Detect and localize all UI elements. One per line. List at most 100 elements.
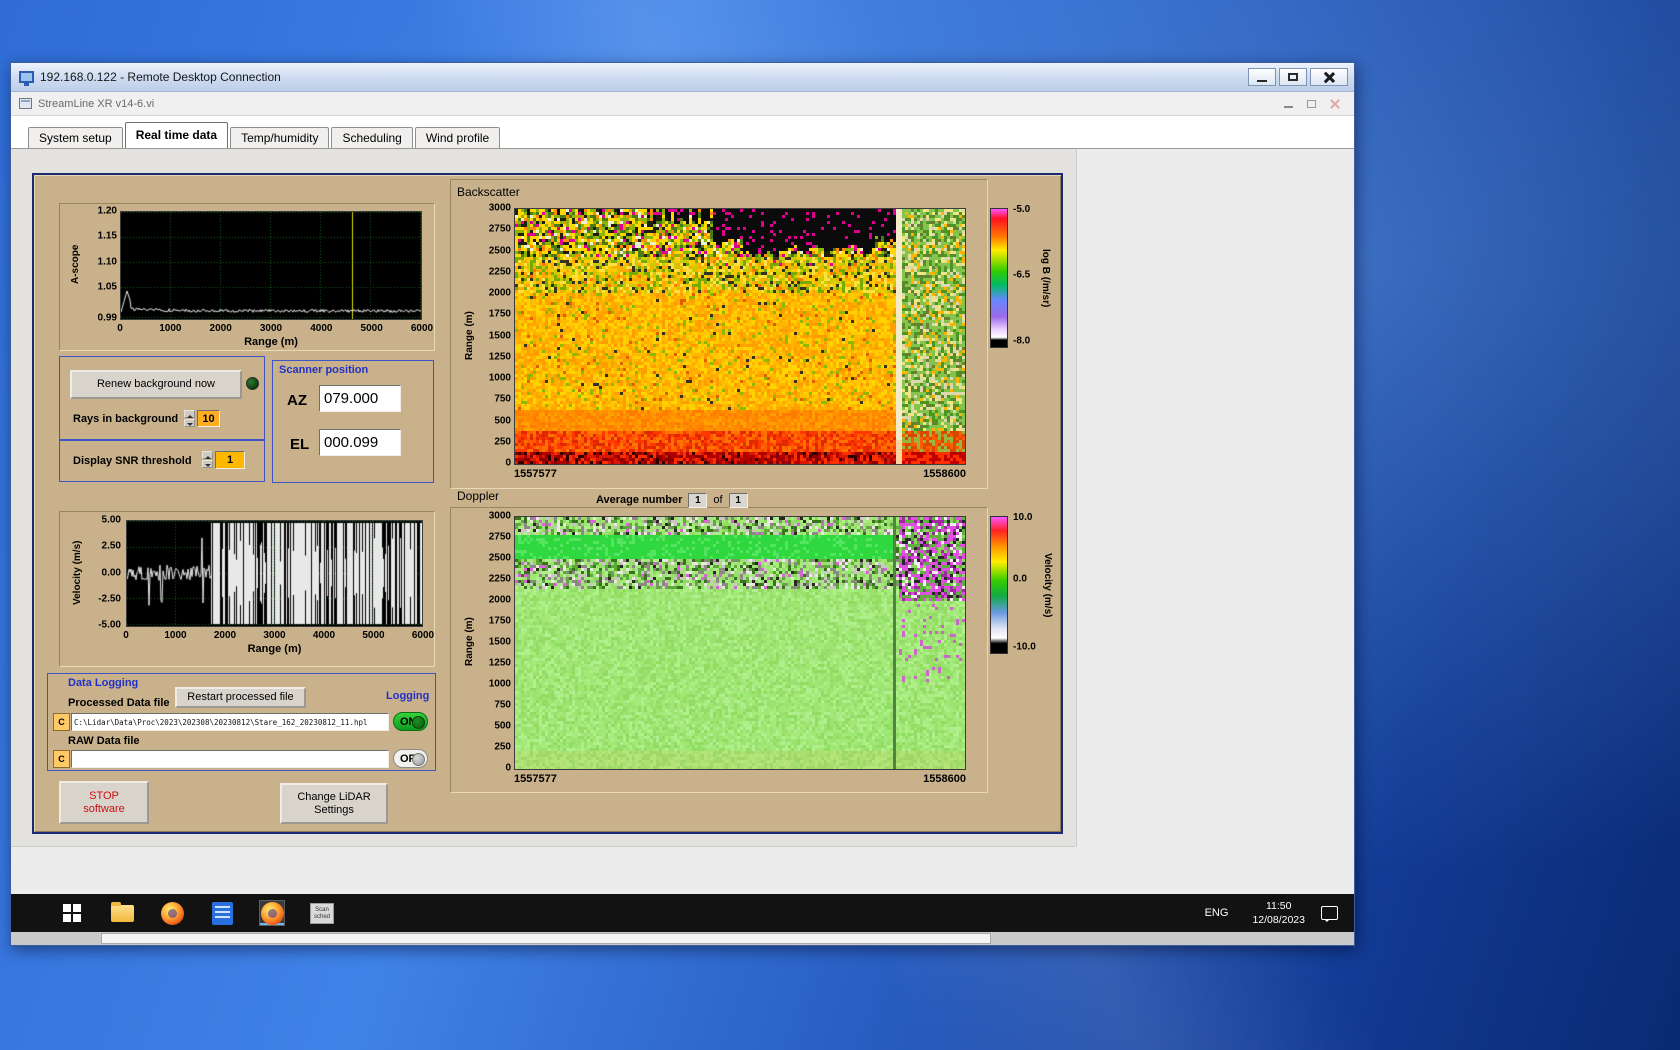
doppler-y-axis-label: Range (m) bbox=[464, 516, 478, 768]
tick-label: 1500 bbox=[489, 637, 511, 648]
ascope-plot bbox=[120, 211, 422, 320]
az-label: AZ bbox=[287, 392, 307, 409]
el-value-field[interactable] bbox=[319, 429, 401, 456]
tick-label: 4000 bbox=[310, 323, 332, 334]
ascope-x-ticks: 0100020003000400050006000 bbox=[120, 323, 422, 335]
rays-spinner[interactable] bbox=[184, 410, 195, 427]
renew-background-button[interactable]: Renew background now bbox=[70, 370, 242, 399]
backscatter-heatmap-canvas bbox=[515, 209, 965, 464]
minimize-icon bbox=[1257, 80, 1267, 82]
firefox-active-button[interactable] bbox=[259, 900, 285, 926]
backscatter-x-ticks: 1557577 1558600 bbox=[514, 468, 966, 481]
firefox-button[interactable] bbox=[159, 900, 185, 926]
app-close-icon[interactable] bbox=[1330, 99, 1340, 109]
desktop: 192.168.0.122 - Remote Desktop Connectio… bbox=[0, 0, 1680, 1050]
clock-date: 12/08/2023 bbox=[1252, 913, 1305, 927]
snr-value-field[interactable]: 1 bbox=[215, 451, 245, 469]
document-app-button[interactable] bbox=[209, 900, 235, 926]
ascope-x-axis-label: Range (m) bbox=[120, 336, 422, 348]
tick-label: 1.20 bbox=[98, 206, 117, 217]
folder-icon bbox=[111, 905, 134, 922]
snr-spinner[interactable] bbox=[202, 451, 213, 468]
processed-drive-selector[interactable]: C bbox=[53, 713, 70, 731]
tab-real-time-data[interactable]: Real time data bbox=[125, 122, 228, 148]
background-controls-box: Renew background now Rays in background … bbox=[59, 356, 265, 440]
backscatter-x-max: 1558600 bbox=[923, 468, 966, 480]
tick-label: 1250 bbox=[489, 658, 511, 669]
backscatter-colorbar bbox=[990, 208, 1008, 348]
average-number-label: Average number bbox=[596, 494, 682, 506]
stop-software-button[interactable]: STOP software bbox=[59, 781, 149, 824]
velocity-plot-canvas bbox=[127, 521, 422, 626]
el-label: EL bbox=[290, 436, 309, 453]
doppler-plot bbox=[514, 516, 966, 770]
file-explorer-button[interactable] bbox=[109, 900, 135, 926]
tick-label: 0 bbox=[117, 323, 123, 334]
tick-label: 0.00 bbox=[102, 567, 121, 578]
tick-label: 1000 bbox=[489, 373, 511, 384]
tick-label: 1000 bbox=[159, 323, 181, 334]
tick-label: 1.15 bbox=[98, 231, 117, 242]
scrollbar-thumb[interactable] bbox=[101, 933, 991, 944]
tick-label: 3000 bbox=[263, 630, 285, 641]
app-titlebar[interactable]: StreamLine XR v14-6.vi bbox=[11, 92, 1354, 116]
tick-label: 5000 bbox=[362, 630, 384, 641]
velocity-y-ticks: 5.002.500.00-2.50-5.00 bbox=[86, 520, 122, 625]
start-button[interactable] bbox=[59, 900, 85, 926]
tab-wind-profile[interactable]: Wind profile bbox=[415, 127, 500, 148]
tab-system-setup[interactable]: System setup bbox=[28, 127, 123, 148]
tick-label: 2750 bbox=[489, 532, 511, 543]
average-total-field[interactable]: 1 bbox=[729, 493, 748, 508]
lidar-panel: A-scope 1.201.151.101.050.99 01000200030… bbox=[32, 173, 1063, 834]
tick-label: 1.10 bbox=[98, 256, 117, 267]
tick-label: -5.00 bbox=[98, 620, 121, 631]
doppler-x-max: 1558600 bbox=[923, 773, 966, 785]
rdp-maximize-button[interactable] bbox=[1279, 68, 1307, 86]
background-led-indicator bbox=[246, 377, 259, 390]
raw-drive-selector[interactable]: C bbox=[53, 750, 70, 768]
average-number-field[interactable]: 1 bbox=[688, 493, 707, 508]
language-indicator[interactable]: ENG bbox=[1197, 901, 1237, 925]
tick-label: 3000 bbox=[489, 511, 511, 522]
velocity-x-axis-label: Range (m) bbox=[126, 643, 423, 655]
notification-center-icon[interactable] bbox=[1321, 906, 1338, 920]
backscatter-colorbar-title: log B (/m/sr) bbox=[1037, 208, 1051, 348]
doppler-x-min: 1557577 bbox=[514, 773, 557, 785]
app-client: A-scope 1.201.151.101.050.99 01000200030… bbox=[11, 149, 1354, 894]
rdp-horizontal-scrollbar[interactable] bbox=[11, 932, 1354, 945]
renew-background-label: Renew background now bbox=[97, 378, 215, 391]
az-value-field[interactable] bbox=[319, 385, 401, 412]
stop-label-1: STOP bbox=[89, 790, 119, 803]
tab-scheduling[interactable]: Scheduling bbox=[331, 127, 412, 148]
change-lidar-settings-button[interactable]: Change LiDAR Settings bbox=[280, 783, 388, 824]
toggle-knob bbox=[412, 753, 425, 766]
tick-label: 2750 bbox=[489, 224, 511, 235]
rdp-window: 192.168.0.122 - Remote Desktop Connectio… bbox=[10, 62, 1355, 946]
rdp-computer-icon bbox=[19, 71, 34, 83]
rays-in-background-label: Rays in background bbox=[73, 413, 178, 425]
app-minimize-icon[interactable] bbox=[1284, 106, 1293, 108]
close-icon bbox=[1323, 71, 1335, 83]
rays-value-field[interactable]: 10 bbox=[197, 410, 220, 427]
tick-label: 500 bbox=[494, 415, 511, 426]
backscatter-plot bbox=[514, 208, 966, 465]
restart-processed-file-button[interactable]: Restart processed file bbox=[175, 687, 306, 708]
raw-path-field[interactable] bbox=[71, 750, 389, 768]
taskbar: Scan sched ENG 11:50 12/08/2023 bbox=[11, 894, 1354, 932]
app-restore-icon[interactable] bbox=[1307, 100, 1316, 108]
scan-scheduler-button[interactable]: Scan sched bbox=[309, 900, 335, 926]
rdp-minimize-button[interactable] bbox=[1248, 68, 1276, 86]
app-title: StreamLine XR v14-6.vi bbox=[38, 98, 154, 110]
clock[interactable]: 11:50 12/08/2023 bbox=[1252, 899, 1305, 927]
document-icon bbox=[212, 902, 233, 925]
rdp-title: 192.168.0.122 - Remote Desktop Connectio… bbox=[40, 70, 281, 84]
rdp-titlebar[interactable]: 192.168.0.122 - Remote Desktop Connectio… bbox=[11, 63, 1354, 92]
tab-temp-humidity[interactable]: Temp/humidity bbox=[230, 127, 329, 148]
raw-logging-toggle[interactable]: OFF bbox=[393, 749, 428, 768]
tick-label: 2500 bbox=[489, 553, 511, 564]
rdp-close-button[interactable] bbox=[1310, 68, 1348, 86]
colorbar-tick: -5.0 bbox=[1013, 204, 1030, 215]
tick-label: 3000 bbox=[260, 323, 282, 334]
processed-path-field[interactable] bbox=[71, 713, 389, 731]
processed-logging-toggle[interactable]: ON bbox=[393, 712, 428, 731]
